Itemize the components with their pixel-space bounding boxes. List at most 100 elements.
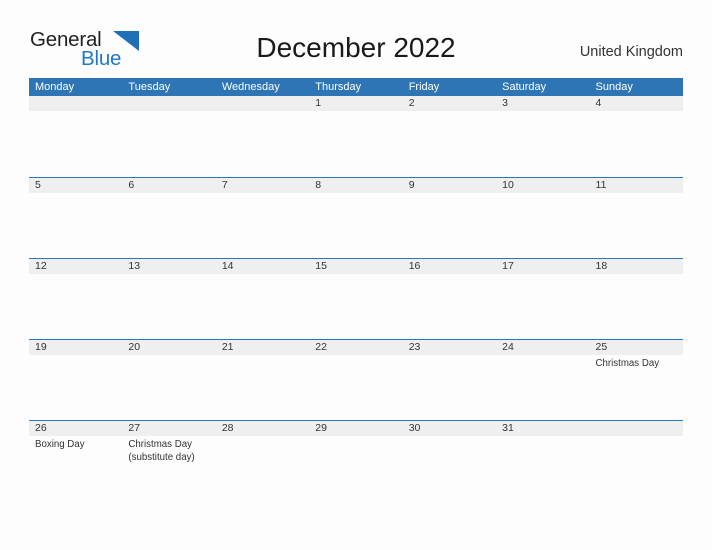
day-number-band: 9 xyxy=(402,178,497,193)
calendar-day-cell[interactable]: 13 xyxy=(122,259,216,339)
day-number: 23 xyxy=(408,341,421,353)
weekday-monday: Monday xyxy=(35,81,75,93)
calendar-week-row: 19 20 21 22 23 24 25 Christmas Day xyxy=(29,339,683,420)
day-number-band xyxy=(122,96,216,111)
day-events xyxy=(496,274,589,277)
day-events: Christmas Day xyxy=(590,355,683,371)
day-number: 1 xyxy=(315,97,322,109)
day-number-band: 28 xyxy=(215,421,310,436)
day-events xyxy=(590,436,683,439)
day-events xyxy=(29,355,122,358)
calendar-day-cell[interactable]: 26 Boxing Day xyxy=(29,421,123,501)
day-number: 7 xyxy=(221,179,228,191)
weekday-sunday: Sunday xyxy=(595,81,633,93)
calendar-day-cell[interactable]: 22 xyxy=(309,340,403,420)
day-events xyxy=(122,111,215,114)
day-number-band: 26 xyxy=(29,421,123,436)
calendar-day-cell[interactable]: 15 xyxy=(309,259,403,339)
day-number-band: 22 xyxy=(309,340,403,355)
calendar-day-cell[interactable]: 19 xyxy=(29,340,123,420)
day-number: 29 xyxy=(315,422,327,434)
day-number: 3 xyxy=(502,97,508,109)
day-number-band: 10 xyxy=(496,178,590,193)
calendar-day-cell[interactable]: 11 xyxy=(589,178,683,258)
weekday-header-row: Monday Tuesday Wednesday Thursday Friday… xyxy=(29,78,683,96)
calendar-day-cell-empty xyxy=(29,96,123,177)
day-number: 8 xyxy=(315,179,322,191)
calendar-day-cell[interactable]: 20 xyxy=(122,340,216,420)
weekday-thursday: Thursday xyxy=(315,81,362,93)
calendar-day-cell[interactable]: 6 xyxy=(122,178,216,258)
calendar-day-cell[interactable]: 23 xyxy=(402,340,497,420)
day-number: 22 xyxy=(315,341,327,353)
calendar-day-cell[interactable]: 31 xyxy=(496,421,590,501)
day-number: 15 xyxy=(315,260,327,272)
holiday-label: (substitute day) xyxy=(128,451,195,463)
day-events: Boxing Day xyxy=(29,436,122,452)
day-number-band: 3 xyxy=(496,96,590,111)
day-events xyxy=(216,436,309,439)
day-number: 31 xyxy=(502,422,514,434)
day-number: 10 xyxy=(502,179,514,191)
day-number-band: 24 xyxy=(496,340,590,355)
day-number-band: 1 xyxy=(309,96,403,111)
calendar-day-cell[interactable]: 8 xyxy=(309,178,403,258)
day-number: 12 xyxy=(35,260,47,272)
calendar-day-cell[interactable]: 14 xyxy=(215,259,310,339)
day-events xyxy=(216,355,309,358)
day-events xyxy=(122,355,215,358)
calendar-day-cell[interactable]: 25 Christmas Day xyxy=(589,340,683,420)
calendar-day-cell[interactable]: 29 xyxy=(309,421,403,501)
day-number-band xyxy=(215,96,310,111)
day-number-band: 19 xyxy=(29,340,123,355)
day-number: 25 xyxy=(595,341,608,353)
calendar-day-cell[interactable]: 21 xyxy=(215,340,310,420)
calendar-day-cell[interactable]: 30 xyxy=(402,421,497,501)
day-events xyxy=(590,274,683,277)
calendar-day-cell[interactable]: 16 xyxy=(402,259,497,339)
day-number-band: 21 xyxy=(215,340,310,355)
calendar-day-cell[interactable]: 17 xyxy=(496,259,590,339)
holiday-label: Christmas Day xyxy=(595,358,660,369)
day-number-band: 13 xyxy=(122,259,216,274)
day-events xyxy=(403,111,496,114)
calendar-day-cell[interactable]: 24 xyxy=(496,340,590,420)
calendar-day-cell[interactable]: 3 xyxy=(496,96,590,177)
day-number-band: 29 xyxy=(309,421,403,436)
day-number: 21 xyxy=(221,341,234,353)
calendar-day-cell[interactable]: 12 xyxy=(29,259,123,339)
calendar-day-cell[interactable]: 7 xyxy=(215,178,310,258)
calendar-day-cell-empty xyxy=(589,421,683,501)
day-number-band: 25 xyxy=(589,340,683,355)
calendar-day-cell[interactable]: 1 xyxy=(309,96,403,177)
day-events xyxy=(122,193,215,196)
day-number-band: 12 xyxy=(29,259,123,274)
calendar-day-cell[interactable]: 4 xyxy=(589,96,683,177)
day-number: 16 xyxy=(408,260,421,272)
calendar-day-cell[interactable]: 10 xyxy=(496,178,590,258)
day-number-band: 14 xyxy=(215,259,310,274)
calendar-day-cell[interactable]: 5 xyxy=(29,178,123,258)
day-number-band xyxy=(589,421,683,436)
day-number-band: 4 xyxy=(589,96,683,111)
day-number: 5 xyxy=(35,179,41,191)
day-number-band: 18 xyxy=(589,259,683,274)
day-events xyxy=(590,193,683,196)
day-number: 17 xyxy=(502,260,514,272)
day-number: 2 xyxy=(408,97,415,109)
calendar-day-cell[interactable]: 28 xyxy=(215,421,310,501)
day-number-band: 5 xyxy=(29,178,123,193)
day-number-band: 11 xyxy=(589,178,683,193)
day-events xyxy=(29,193,122,196)
calendar-day-cell[interactable]: 27 Christmas Day (substitute day) xyxy=(122,421,216,501)
calendar-day-cell[interactable]: 9 xyxy=(402,178,497,258)
day-number: 26 xyxy=(35,422,47,434)
day-number-band: 8 xyxy=(309,178,403,193)
calendar-weeks: 1 2 3 4 5 6 7 8 9 10 11 12 13 14 15 16 17 18 19 20 21 22 23 24 2… xyxy=(29,96,683,501)
calendar-day-cell[interactable]: 2 xyxy=(402,96,497,177)
calendar-day-cell[interactable]: 18 xyxy=(589,259,683,339)
day-number-band xyxy=(29,96,123,111)
weekday-tuesday: Tuesday xyxy=(128,81,171,93)
day-events xyxy=(29,274,122,277)
day-events xyxy=(403,193,496,196)
